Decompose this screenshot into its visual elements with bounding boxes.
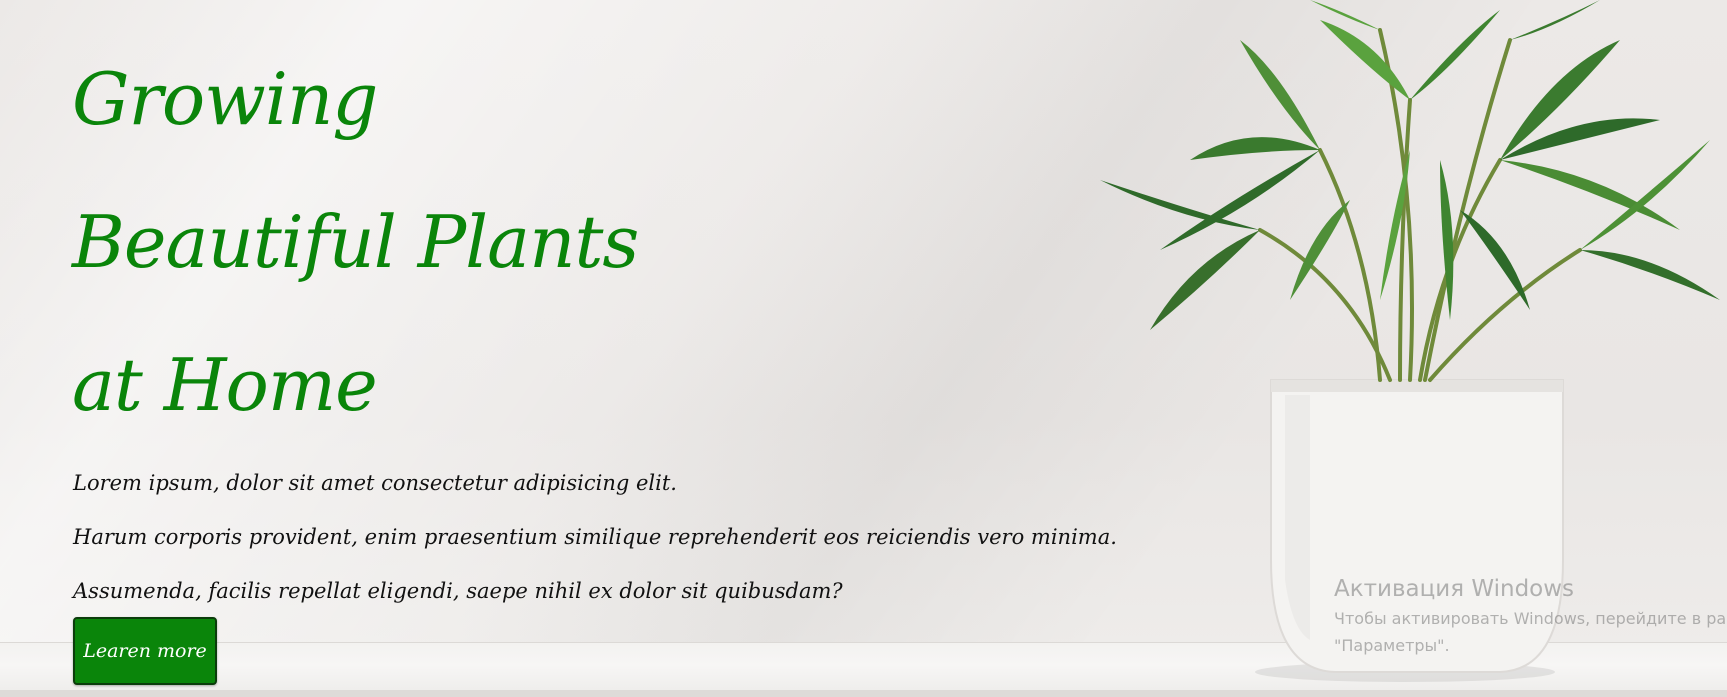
watermark-line-2: "Параметры". [1334,636,1450,655]
watermark-title: Активация Windows [1334,576,1575,602]
learn-more-button[interactable]: Learen more [73,617,217,685]
hero-section: Growing Beautiful Plants at Home Lorem i… [0,0,1727,697]
hero-headline: Growing Beautiful Plants at Home [72,28,639,457]
watermark-line-1: Чтобы активировать Windows, перейдите в … [1334,609,1727,628]
headline-line-1: Growing [72,57,378,141]
description-line-3: Assumenda, facilis repellat eligendi, sa… [73,579,843,603]
headline-line-2: Beautiful Plants [72,200,639,284]
hero-description: Lorem ipsum, dolor sit amet consectetur … [73,456,1117,618]
headline-line-3: at Home [72,343,378,427]
description-line-1: Lorem ipsum, dolor sit amet consectetur … [73,471,677,495]
description-line-2: Harum corporis provident, enim praesenti… [73,525,1117,549]
windows-activation-watermark: Активация Windows Чтобы активировать Win… [1334,574,1727,658]
